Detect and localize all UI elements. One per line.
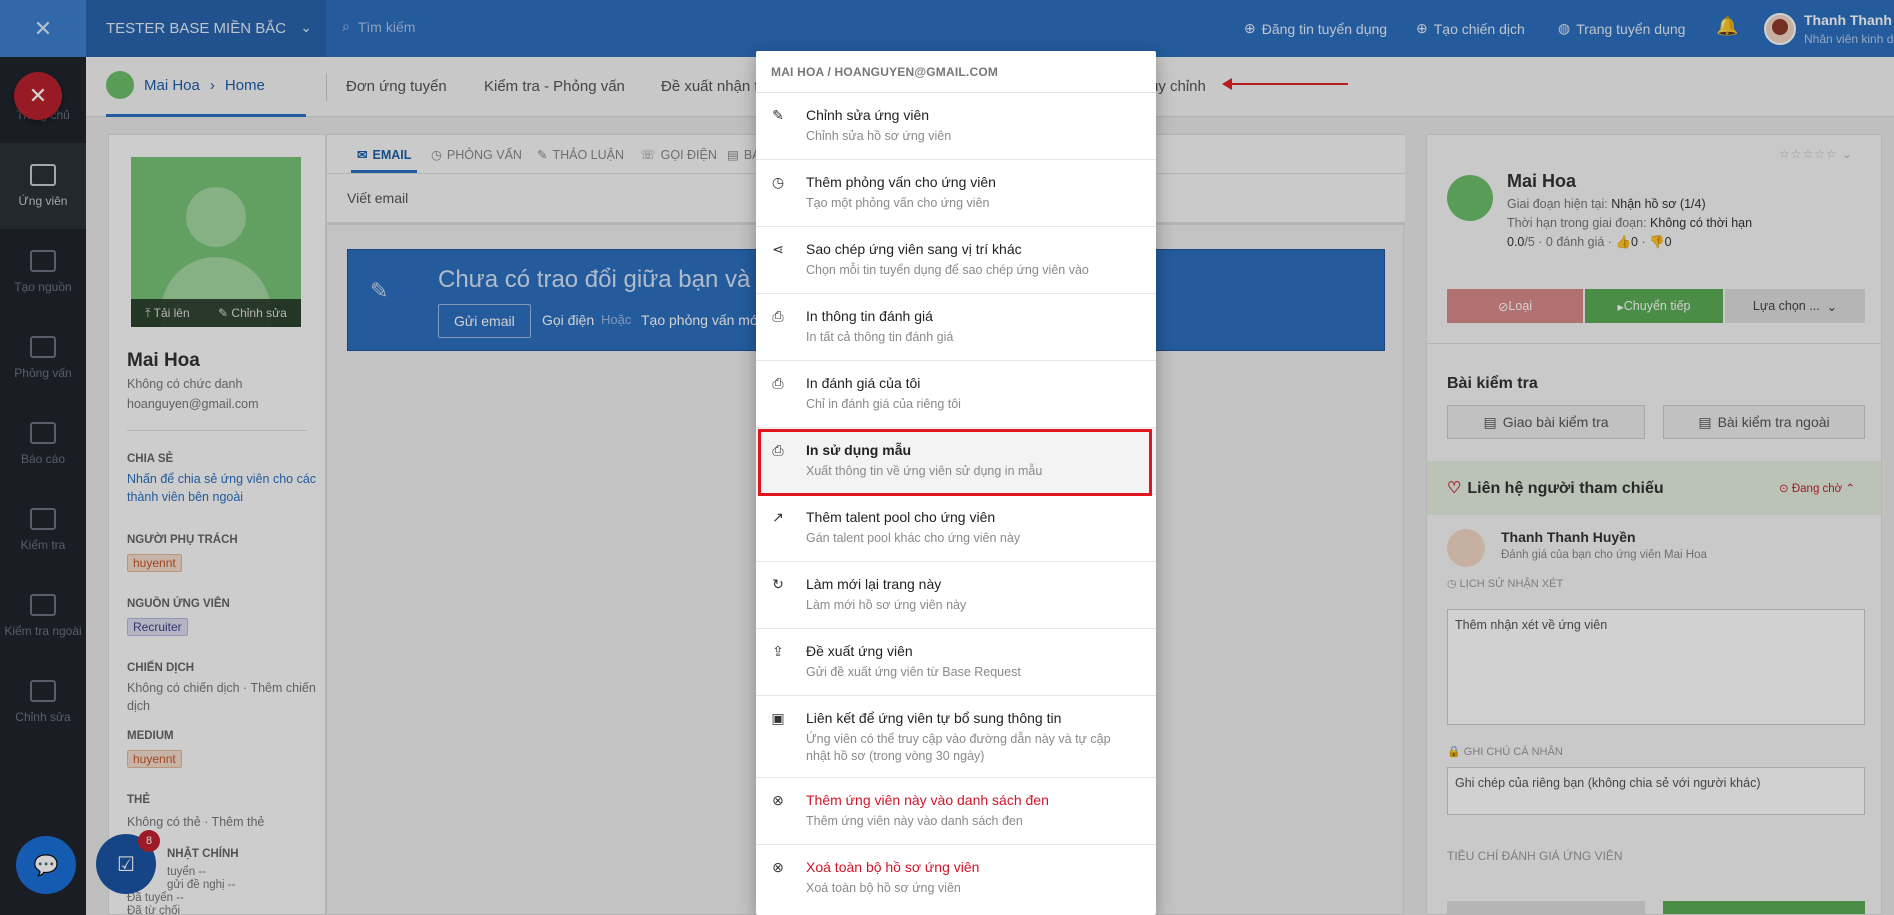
export-icon: ⇪ — [772, 642, 784, 659]
menu-item-title: Xoá toàn bộ hồ sơ ứng viên — [806, 859, 980, 875]
menu-item-print-my-review[interactable]: ⎙ In đánh giá của tôi Chỉ in đánh giá củ… — [756, 361, 1156, 428]
menu-item-desc: Gửi đề xuất ứng viên từ Base Request — [806, 665, 1021, 679]
menu-item-desc: Xoá toàn bộ hồ sơ ứng viên — [806, 881, 961, 895]
menu-item-add-talent-pool[interactable]: ↗ Thêm talent pool cho ứng viên Gán tale… — [756, 495, 1156, 562]
menu-item-desc: Ứng viên có thể truy cập vào đường dẫn n… — [806, 732, 1111, 763]
trend-icon: ↗ — [772, 508, 784, 525]
menu-item-title: Thêm ứng viên này vào danh sách đen — [806, 792, 1049, 808]
pencil-icon: ✎ — [772, 106, 784, 123]
menu-item-desc: Làm mới hồ sơ ứng viên này — [806, 598, 967, 612]
menu-item-copy-candidate[interactable]: ⋖ Sao chép ứng viên sang vị trí khác Chọ… — [756, 227, 1156, 294]
menu-item-title: Đề xuất ứng viên — [806, 643, 913, 659]
menu-item-self-update-link[interactable]: ▣ Liên kết để ứng viên tự bổ sung thông … — [756, 696, 1156, 778]
menu-item-add-interview[interactable]: ◷ Thêm phỏng vấn cho ứng viên Tạo một ph… — [756, 160, 1156, 227]
menu-item-refresh[interactable]: ↻ Làm mới lại trang này Làm mới hồ sơ ứn… — [756, 562, 1156, 629]
menu-item-desc: Gán talent pool khác cho ứng viên này — [806, 531, 1021, 545]
menu-item-print-reviews[interactable]: ⎙ In thông tin đánh giá In tất cả thông … — [756, 294, 1156, 361]
menu-item-recommend[interactable]: ⇪ Đề xuất ứng viên Gửi đề xuất ứng viên … — [756, 629, 1156, 696]
print-icon: ⎙ — [772, 307, 784, 324]
menu-item-desc: In tất cả thông tin đánh giá — [806, 330, 954, 344]
menu-item-blacklist[interactable]: ⊗ Thêm ứng viên này vào danh sách đen Th… — [756, 778, 1156, 845]
menu-header: MAI HOA / HOANGUYEN@GMAIL.COM — [756, 51, 1156, 93]
menu-item-title: Chỉnh sửa ứng viên — [806, 107, 930, 123]
clock-icon: ◷ — [771, 173, 785, 190]
print-icon: ⎙ — [772, 374, 784, 391]
highlight-annotation-box — [758, 429, 1152, 496]
menu-item-title: Làm mới lại trang này — [806, 576, 942, 592]
refresh-icon: ↻ — [772, 575, 784, 592]
menu-item-desc: Thêm ứng viên này vào danh sách đen — [806, 814, 1023, 828]
menu-item-title: In thông tin đánh giá — [806, 308, 933, 324]
menu-item-title: Liên kết để ứng viên tự bổ sung thông ti… — [806, 710, 1062, 726]
menu-item-desc: Chỉ in đánh giá của riêng tôi — [806, 397, 961, 411]
file-icon: ▣ — [771, 709, 785, 726]
menu-item-desc: Tạo một phỏng vấn cho ứng viên — [806, 196, 990, 210]
menu-item-title: Thêm talent pool cho ứng viên — [806, 509, 996, 525]
share-icon: ⋖ — [772, 240, 784, 257]
ban-icon: ⊗ — [772, 791, 784, 808]
menu-item-title: In đánh giá của tôi — [806, 375, 921, 391]
menu-item-title: Sao chép ứng viên sang vị trí khác — [806, 241, 1022, 257]
ban-icon: ⊗ — [772, 858, 784, 875]
menu-item-desc: Chỉnh sửa hồ sơ ứng viên — [806, 129, 952, 143]
menu-item-title: Thêm phỏng vấn cho ứng viên — [806, 174, 996, 190]
menu-item-edit-candidate[interactable]: ✎ Chỉnh sửa ứng viên Chỉnh sửa hồ sơ ứng… — [756, 93, 1156, 160]
menu-item-desc: Chọn mỗi tin tuyển dụng để sao chép ứng … — [806, 263, 1089, 277]
menu-item-delete-candidate[interactable]: ⊗ Xoá toàn bộ hồ sơ ứng viên Xoá toàn bộ… — [756, 845, 1156, 915]
